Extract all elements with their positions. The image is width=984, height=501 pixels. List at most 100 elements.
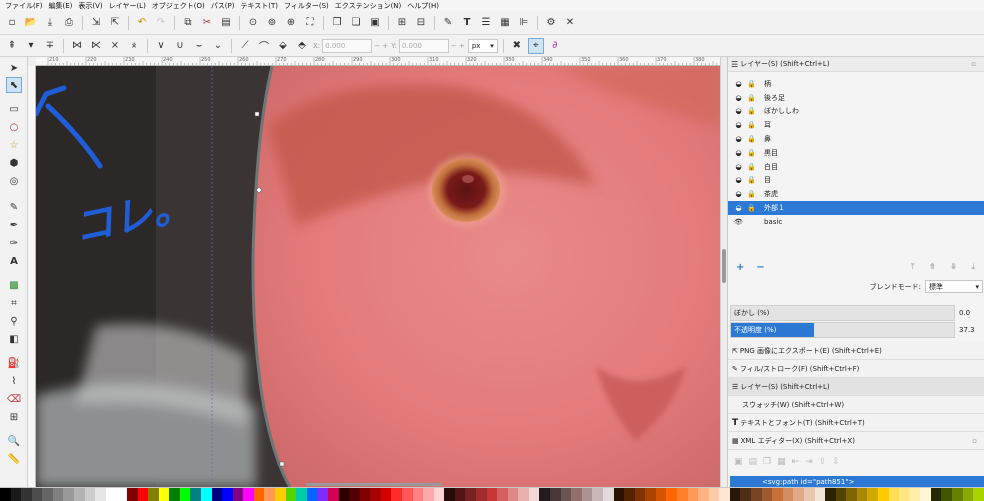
palette-swatch[interactable] — [444, 488, 455, 501]
palette-swatch[interactable] — [433, 488, 445, 501]
node-auto-icon[interactable]: ⌄ — [210, 38, 226, 54]
palette-swatch[interactable] — [497, 488, 508, 501]
palette-swatch[interactable] — [930, 488, 942, 501]
palette-swatch[interactable] — [380, 488, 392, 501]
layer-row[interactable]: ◒ 🔒 外部１ — [728, 201, 984, 215]
palette-swatch[interactable] — [116, 488, 127, 501]
palette-swatch[interactable] — [856, 488, 868, 501]
join-nodes-icon[interactable]: ⋈ — [69, 38, 85, 54]
palette-swatch[interactable] — [645, 488, 656, 501]
export-icon[interactable]: ⇱ — [107, 15, 123, 31]
palette-swatch[interactable] — [63, 488, 75, 501]
palette-swatch[interactable] — [687, 488, 699, 501]
palette-swatch[interactable] — [349, 488, 360, 501]
dock-swatches[interactable]: スウォッチ(W) (Shift+Ctrl+W) — [728, 396, 984, 414]
layers-icon[interactable]: ☰ — [478, 15, 494, 31]
layer-row[interactable]: ◒ 🔒 後ろ足 — [728, 91, 984, 105]
palette-swatch[interactable] — [222, 488, 233, 501]
new-text-node-icon[interactable]: ▤ — [749, 457, 758, 471]
palette-swatch[interactable] — [148, 488, 159, 501]
palette-swatch[interactable] — [137, 488, 149, 501]
palette-swatch[interactable] — [454, 488, 466, 501]
segment-line-icon[interactable]: ⟋ — [237, 38, 253, 54]
raise-node-icon[interactable]: ⇧ — [819, 457, 827, 471]
palette-swatch[interactable] — [761, 488, 773, 501]
node-smooth-icon[interactable]: ∪ — [172, 38, 188, 54]
open-file-icon[interactable]: 📂 — [23, 15, 39, 31]
insert-node-icon[interactable]: ∓ — [42, 38, 58, 54]
blur-row[interactable]: ぼかし (%) 0.0 — [730, 305, 984, 321]
preferences-icon[interactable]: ✕ — [562, 15, 578, 31]
palette-swatch[interactable] — [698, 488, 709, 501]
palette-swatch[interactable] — [740, 488, 752, 501]
align-icon[interactable]: ⊫ — [516, 15, 532, 31]
join-segment-icon[interactable]: ⨯ — [107, 38, 123, 54]
connector-tool-icon[interactable]: ⌗ — [6, 295, 22, 311]
menu-file[interactable]: ファイル(F) — [2, 1, 46, 11]
palette-swatch[interactable] — [338, 488, 350, 501]
menu-extensions[interactable]: エクステンション(N) — [332, 1, 405, 11]
break-path-icon[interactable]: ⋉ — [88, 38, 104, 54]
palette-swatch[interactable] — [550, 488, 561, 501]
copy-icon[interactable]: ⧉ — [180, 15, 196, 31]
text-tool-icon[interactable]: A — [6, 253, 22, 269]
palette-swatch[interactable] — [708, 488, 720, 501]
vertical-ruler[interactable] — [28, 66, 36, 487]
palette-swatch[interactable] — [275, 488, 286, 501]
opacity-row[interactable]: 不透明度 (%) 37.3 — [730, 322, 984, 338]
text-font-icon[interactable]: T — [459, 15, 475, 31]
palette-swatch[interactable] — [962, 488, 974, 501]
x-stepper[interactable]: − + — [374, 42, 388, 50]
node-tool-icon[interactable]: ⬉ — [6, 77, 22, 93]
duplicate-node-icon[interactable]: ❐ — [763, 457, 771, 471]
show-outline-icon[interactable]: ∂ — [547, 38, 563, 54]
palette-swatch[interactable] — [317, 488, 328, 501]
layer-row[interactable]: ◒ 🔒 黒目 — [728, 146, 984, 160]
lock-icon[interactable]: 🔒 — [747, 80, 756, 88]
lock-icon[interactable]: 🔒 — [747, 135, 756, 143]
hidden-icon[interactable]: ◒ — [734, 176, 743, 184]
palette-swatch[interactable] — [560, 488, 572, 501]
menu-text[interactable]: テキスト(T) — [237, 1, 281, 11]
ellipse-tool-icon[interactable]: ○ — [6, 119, 22, 135]
paste-icon[interactable]: ▤ — [218, 15, 234, 31]
palette-swatch[interactable] — [42, 488, 53, 501]
menu-view[interactable]: 表示(V) — [75, 1, 105, 11]
palette-swatch[interactable] — [158, 488, 170, 501]
hidden-icon[interactable]: ◒ — [734, 149, 743, 157]
hidden-icon[interactable]: ◒ — [734, 204, 743, 212]
palette-swatch[interactable] — [296, 488, 307, 501]
hidden-icon[interactable]: ◒ — [734, 121, 743, 129]
remove-layer-button[interactable]: − — [756, 262, 764, 273]
close-icon[interactable]: ▫ — [971, 60, 976, 68]
palette-swatch[interactable] — [105, 488, 117, 501]
eraser-tool-icon[interactable]: ⌫ — [6, 391, 22, 407]
palette-swatch[interactable] — [10, 488, 22, 501]
palette-swatch[interactable] — [285, 488, 297, 501]
layer-row[interactable]: ◒ 🔒 目 — [728, 174, 984, 188]
palette-swatch[interactable] — [793, 488, 804, 501]
hidden-icon[interactable]: ◒ — [734, 80, 743, 88]
spiral-tool-icon[interactable]: ◎ — [6, 173, 22, 189]
palette-swatch[interactable] — [476, 488, 487, 501]
menu-help[interactable]: ヘルプ(H) — [404, 1, 442, 11]
y-stepper[interactable]: − + — [451, 42, 465, 50]
palette-swatch[interactable] — [666, 488, 677, 501]
dropper-tool-icon[interactable]: ⚲ — [6, 313, 22, 329]
layers-panel-header[interactable]: ☰ レイヤー(S) (Shift+Ctrl+L) ▫ — [728, 57, 984, 72]
palette-swatch[interactable] — [941, 488, 953, 501]
zoom-selection-icon[interactable]: ⊙ — [245, 15, 261, 31]
3d-box-tool-icon[interactable]: ⬢ — [6, 155, 22, 171]
dock-export[interactable]: ⇱ PNG 画像にエクスポート(E) (Shift+Ctrl+E) — [728, 342, 984, 360]
spray-tool-icon[interactable]: ▩ — [6, 277, 22, 293]
palette-swatch[interactable] — [0, 488, 11, 501]
document-properties-icon[interactable]: ⚙ — [543, 15, 559, 31]
palette-swatch[interactable] — [602, 488, 614, 501]
palette-swatch[interactable] — [772, 488, 783, 501]
layer-row[interactable]: ◒ 🔒 柄 — [728, 77, 984, 91]
menu-layer[interactable]: レイヤー(L) — [106, 1, 149, 11]
selector-tool-icon[interactable]: ➤ — [6, 60, 22, 76]
hidden-icon[interactable]: ◒ — [734, 163, 743, 171]
group-icon[interactable]: ⊞ — [394, 15, 410, 31]
show-transform-handles-icon[interactable]: ✖ — [509, 38, 525, 54]
